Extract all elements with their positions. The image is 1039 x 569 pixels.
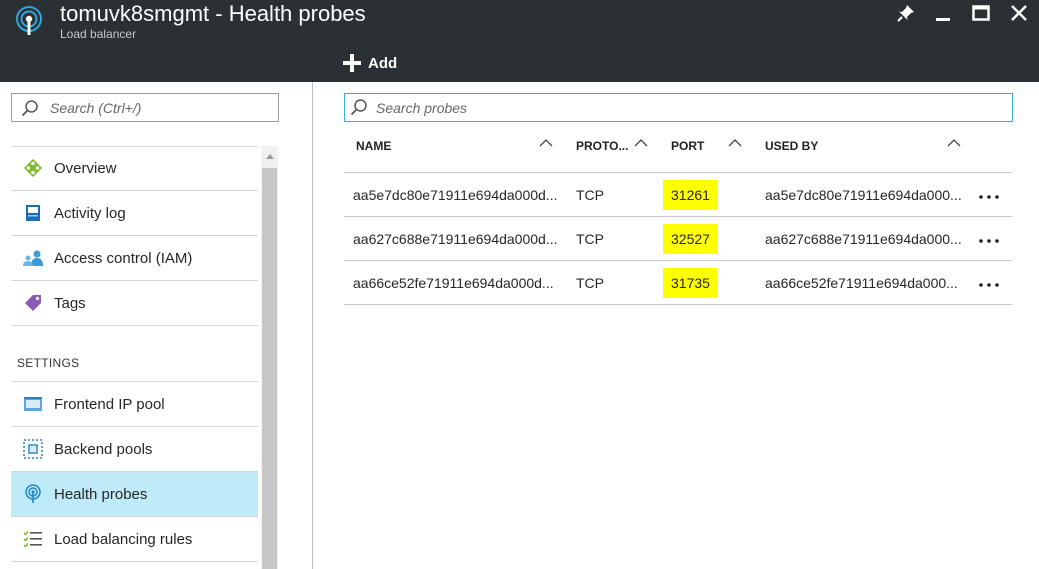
probe-search-box[interactable]: [344, 93, 1013, 122]
table-row[interactable]: aa66ce52fe71911e694da000d... TCP 31735 a…: [344, 261, 1012, 305]
pin-button[interactable]: [889, 0, 923, 26]
probe-name: aa5e7dc80e71911e694da000d...: [353, 187, 558, 203]
search-icon: [350, 99, 367, 116]
scroll-up-button[interactable]: [261, 152, 278, 164]
menu-item-label: Activity log: [54, 205, 126, 222]
column-header-used-by[interactable]: USED BY: [765, 139, 818, 153]
scroll-thumb[interactable]: [262, 168, 277, 569]
minimize-icon: [936, 18, 950, 21]
probe-used-by: aa5e7dc80e71911e694da000...: [765, 187, 962, 203]
more-options-icon[interactable]: [978, 275, 1000, 291]
add-button-label: Add: [368, 54, 398, 72]
probe-port: 32527: [671, 231, 710, 247]
probe-name: aa66ce52fe71911e694da000d...: [353, 275, 554, 291]
menu-item-backend-pools[interactable]: Backend pools: [11, 427, 258, 472]
probe-search-input[interactable]: [376, 94, 1006, 121]
settings-section-header: SETTINGS: [17, 356, 80, 370]
plus-icon: [343, 54, 361, 72]
probe-name: aa627c688e71911e694da000d...: [353, 231, 558, 247]
probe-port-highlight: 31261: [663, 180, 718, 210]
pin-icon: [897, 5, 914, 22]
more-options-icon[interactable]: [978, 231, 1000, 247]
menu-scrollbar[interactable]: [261, 146, 278, 569]
maximize-icon: [972, 5, 990, 21]
page-title: tomuvk8smgmt - Health probes: [60, 1, 366, 26]
column-header-name[interactable]: NAME: [356, 139, 391, 153]
menu-item-label: Backend pools: [54, 441, 153, 458]
maximize-button[interactable]: [964, 0, 998, 26]
column-header-protocol[interactable]: PROTO...: [576, 139, 628, 153]
close-button[interactable]: [1002, 0, 1036, 26]
sort-chevron-icon[interactable]: [728, 138, 742, 148]
menu-search-box[interactable]: [11, 93, 279, 122]
menu-item-overview[interactable]: Overview: [11, 146, 258, 191]
health-probe-icon: [25, 484, 41, 503]
more-options-icon[interactable]: [978, 187, 1000, 203]
menu-item-health-probes[interactable]: Health probes: [11, 472, 258, 517]
menu-item-activity-log[interactable]: Activity log: [11, 191, 258, 236]
probe-protocol: TCP: [576, 231, 604, 247]
page-subtitle: Load balancer: [60, 27, 137, 41]
iam-icon: [23, 250, 43, 266]
probe-port-highlight: 32527: [663, 224, 718, 254]
menu-item-label: Tags: [54, 295, 86, 312]
menu-item-tags[interactable]: Tags: [11, 281, 258, 326]
title-bar: tomuvk8smgmt - Health probes Load balanc…: [0, 0, 1039, 82]
probe-protocol: TCP: [576, 275, 604, 291]
menu-item-label: Frontend IP pool: [54, 396, 165, 413]
close-icon: [1011, 5, 1027, 21]
probe-port-highlight: 31735: [663, 268, 718, 298]
menu-item-load-balancing-rules[interactable]: Load balancing rules: [11, 517, 258, 562]
sort-chevron-icon[interactable]: [947, 138, 961, 148]
column-header-port[interactable]: PORT: [671, 139, 704, 153]
health-probe-app-icon: [16, 6, 42, 35]
tag-icon: [25, 295, 41, 311]
menu-item-access-control[interactable]: Access control (IAM): [11, 236, 258, 281]
search-icon: [21, 100, 38, 117]
frontend-ip-icon: [24, 397, 42, 411]
probe-used-by: aa627c688e71911e694da000...: [765, 231, 962, 247]
rules-list-icon: [23, 531, 42, 548]
sort-chevron-icon[interactable]: [634, 138, 648, 148]
sort-chevron-icon[interactable]: [539, 138, 553, 148]
blade-divider: [312, 82, 313, 569]
probe-port: 31261: [671, 187, 710, 203]
minimize-button[interactable]: [926, 0, 960, 26]
resource-menu: Overview Activity log Access control (IA…: [11, 146, 258, 326]
probe-protocol: TCP: [576, 187, 604, 203]
settings-menu: Frontend IP pool Backend pools Health pr…: [11, 381, 258, 562]
table-row[interactable]: aa627c688e71911e694da000d... TCP 32527 a…: [344, 217, 1012, 261]
menu-item-label: Overview: [54, 160, 117, 177]
menu-item-label: Access control (IAM): [54, 250, 193, 267]
menu-item-label: Health probes: [54, 486, 148, 503]
menu-search-input[interactable]: [50, 94, 276, 121]
activity-log-icon: [26, 205, 40, 221]
menu-item-label: Load balancing rules: [54, 531, 193, 548]
scroll-up-arrow-icon: [265, 154, 274, 159]
backend-pool-icon: [23, 439, 43, 459]
probe-port: 31735: [671, 275, 710, 291]
table-row[interactable]: aa5e7dc80e71911e694da000d... TCP 31261 a…: [344, 173, 1012, 217]
add-button[interactable]: Add: [342, 52, 397, 74]
menu-item-frontend-ip-pool[interactable]: Frontend IP pool: [11, 382, 258, 427]
overview-icon: [24, 159, 42, 177]
probe-used-by: aa66ce52fe71911e694da000...: [765, 275, 958, 291]
